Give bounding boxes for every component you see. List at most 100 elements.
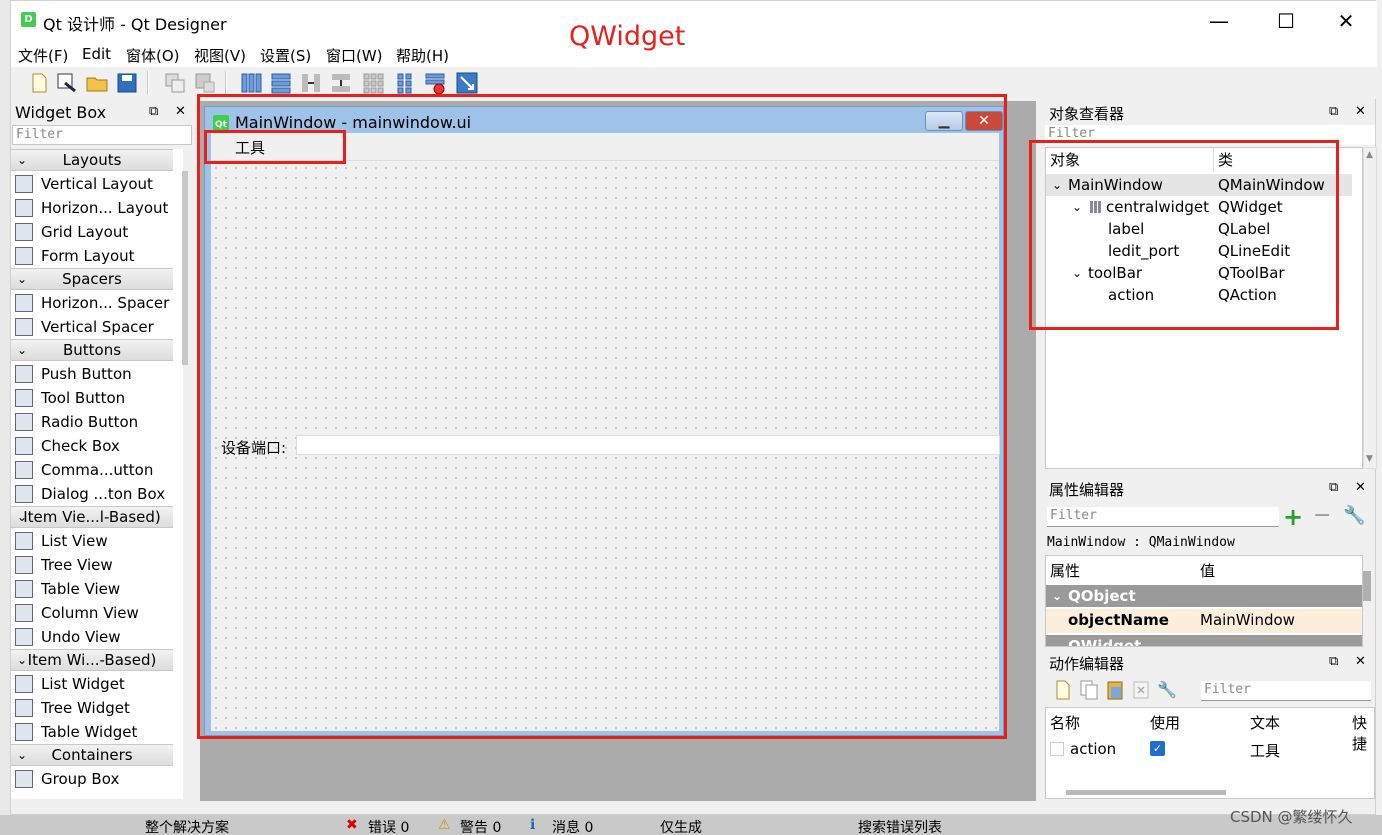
widget-icon: [15, 485, 33, 503]
menu-edit[interactable]: Edit: [82, 45, 111, 63]
send-back-icon[interactable]: [193, 71, 217, 95]
undock-icon[interactable]: ⧉: [1329, 654, 1338, 669]
widget-item[interactable]: Table Widget: [15, 720, 137, 744]
undock-icon[interactable]: ⧉: [1329, 480, 1338, 495]
close-dock-icon[interactable]: ✕: [1355, 654, 1366, 669]
property-row-objectname[interactable]: objectName MainWindow: [1046, 609, 1362, 633]
adjust-size-icon[interactable]: [455, 71, 479, 95]
value-column-header[interactable]: 值: [1200, 560, 1215, 581]
paste-action-icon[interactable]: [1105, 679, 1125, 701]
configure-wrench-icon[interactable]: 🔧: [1157, 680, 1177, 699]
widget-item[interactable]: Horizon... Spacer: [15, 291, 169, 315]
widget-box-scrollbar[interactable]: [182, 171, 188, 365]
close-button[interactable]: ✕: [1316, 1, 1376, 41]
widget-item[interactable]: Push Button: [15, 362, 132, 386]
layout-grid-icon[interactable]: [361, 71, 385, 95]
layout-vertical-icon[interactable]: [269, 71, 293, 95]
layout-splitter-v-icon[interactable]: [329, 71, 353, 95]
widget-item[interactable]: Horizon... Layout: [15, 196, 168, 220]
widget-item-label: Horizon... Layout: [41, 199, 169, 217]
delete-action-icon[interactable]: [1131, 679, 1151, 701]
action-used-checkbox[interactable]: ✓: [1150, 741, 1165, 756]
widget-item[interactable]: Tool Button: [15, 386, 125, 410]
scroll-up-icon[interactable]: ▲: [1366, 150, 1373, 160]
break-layout-icon[interactable]: [423, 71, 447, 95]
widget-item[interactable]: Form Layout: [15, 244, 135, 268]
close-dock-icon[interactable]: ✕: [1355, 480, 1366, 495]
action-editor-filter[interactable]: Filter: [1201, 681, 1371, 701]
widget-item[interactable]: Tree View: [15, 553, 113, 577]
property-group-qobject[interactable]: ⌄ QObject: [1046, 585, 1362, 607]
widget-icon: [15, 580, 33, 598]
undock-icon[interactable]: ⧉: [149, 104, 158, 119]
property-group-qwidget[interactable]: ⌄ QWidget: [1046, 635, 1362, 646]
property-column-header[interactable]: 属性: [1050, 560, 1080, 581]
menu-view[interactable]: 视图(V): [194, 45, 246, 66]
widget-item[interactable]: List Widget: [15, 672, 125, 696]
configure-wrench-icon[interactable]: 🔧: [1343, 505, 1365, 526]
widget-box-filter[interactable]: Filter: [12, 125, 192, 145]
menu-file[interactable]: 文件(F): [18, 45, 68, 66]
bring-front-icon[interactable]: [163, 71, 187, 95]
menu-settings[interactable]: 设置(S): [260, 45, 311, 66]
chevron-down-icon: ⌄: [17, 343, 28, 357]
messages-count[interactable]: 消息 0: [552, 817, 593, 835]
widget-item[interactable]: Radio Button: [15, 410, 138, 434]
error-search[interactable]: 搜索错误列表: [858, 817, 942, 835]
widget-item[interactable]: Check Box: [15, 434, 120, 458]
menu-form[interactable]: 窗体(O): [126, 45, 180, 66]
property-value[interactable]: MainWindow: [1200, 611, 1295, 629]
widget-item[interactable]: Table View: [15, 577, 120, 601]
widget-item[interactable]: Tree Widget: [15, 696, 130, 720]
widget-item[interactable]: Dialog ...ton Box: [15, 482, 165, 506]
widget-item[interactable]: Grid Layout: [15, 220, 128, 244]
close-dock-icon[interactable]: ✕: [175, 104, 186, 119]
action-table-scrollbar[interactable]: [1066, 790, 1226, 795]
widget-item[interactable]: Group Box: [15, 767, 119, 791]
close-dock-icon[interactable]: ✕: [1355, 104, 1366, 119]
widget-item[interactable]: Comma...utton: [15, 458, 153, 482]
add-property-icon[interactable]: +: [1283, 503, 1303, 531]
maximize-button[interactable]: ☐: [1256, 1, 1316, 41]
undock-icon[interactable]: ⧉: [1329, 104, 1338, 119]
widget-item[interactable]: Column View: [15, 601, 139, 625]
widget-category[interactable]: ⌄ Containers: [11, 744, 173, 766]
name-column-header[interactable]: 名称: [1050, 712, 1080, 733]
minimize-button[interactable]: —: [1189, 1, 1249, 41]
copy-action-icon[interactable]: [1079, 679, 1099, 701]
layout-form-icon[interactable]: [393, 71, 417, 95]
build-filter[interactable]: 仅生成: [660, 817, 702, 835]
solution-scope[interactable]: 整个解决方案: [145, 817, 229, 835]
annotation-label: QWidget: [569, 21, 686, 52]
widget-item[interactable]: Undo View: [15, 625, 121, 649]
property-editor-filter[interactable]: Filter: [1047, 507, 1279, 527]
widget-category[interactable]: ⌄ Layouts: [11, 149, 173, 171]
property-scrollbar[interactable]: [1363, 571, 1371, 601]
new-file-icon[interactable]: [27, 71, 51, 95]
scroll-down-icon[interactable]: ▼: [1366, 454, 1373, 464]
layout-horizontal-icon[interactable]: [239, 71, 263, 95]
used-column-header[interactable]: 使用: [1150, 712, 1180, 733]
widget-item[interactable]: Vertical Spacer: [15, 315, 154, 339]
remove-property-icon[interactable]: −: [1313, 503, 1331, 528]
widget-category[interactable]: ⌄ Item Vie...l-Based): [11, 506, 173, 528]
save-icon[interactable]: [115, 71, 139, 95]
widget-icon: [15, 723, 33, 741]
widget-item[interactable]: Vertical Layout: [15, 172, 153, 196]
toolbar-separator: [147, 71, 149, 95]
menu-help[interactable]: 帮助(H): [396, 45, 449, 66]
open-form-icon[interactable]: [55, 71, 79, 95]
object-tree-scrollbar[interactable]: ▲ ▼: [1363, 147, 1377, 469]
warnings-count[interactable]: 警告 0: [460, 817, 501, 835]
widget-item[interactable]: List View: [15, 529, 108, 553]
new-action-icon[interactable]: [1053, 679, 1073, 701]
widget-category[interactable]: ⌄ Item Wi...-Based): [11, 649, 173, 671]
widget-category[interactable]: ⌄ Spacers: [11, 268, 173, 290]
text-column-header[interactable]: 文本: [1250, 712, 1280, 733]
widget-category[interactable]: ⌄ Buttons: [11, 339, 173, 361]
open-folder-icon[interactable]: [85, 71, 109, 95]
layout-splitter-h-icon[interactable]: [299, 71, 323, 95]
errors-count[interactable]: 错误 0: [368, 817, 409, 835]
action-row[interactable]: action ✓ 工具: [1046, 738, 1374, 762]
menu-window[interactable]: 窗口(W): [326, 45, 383, 66]
